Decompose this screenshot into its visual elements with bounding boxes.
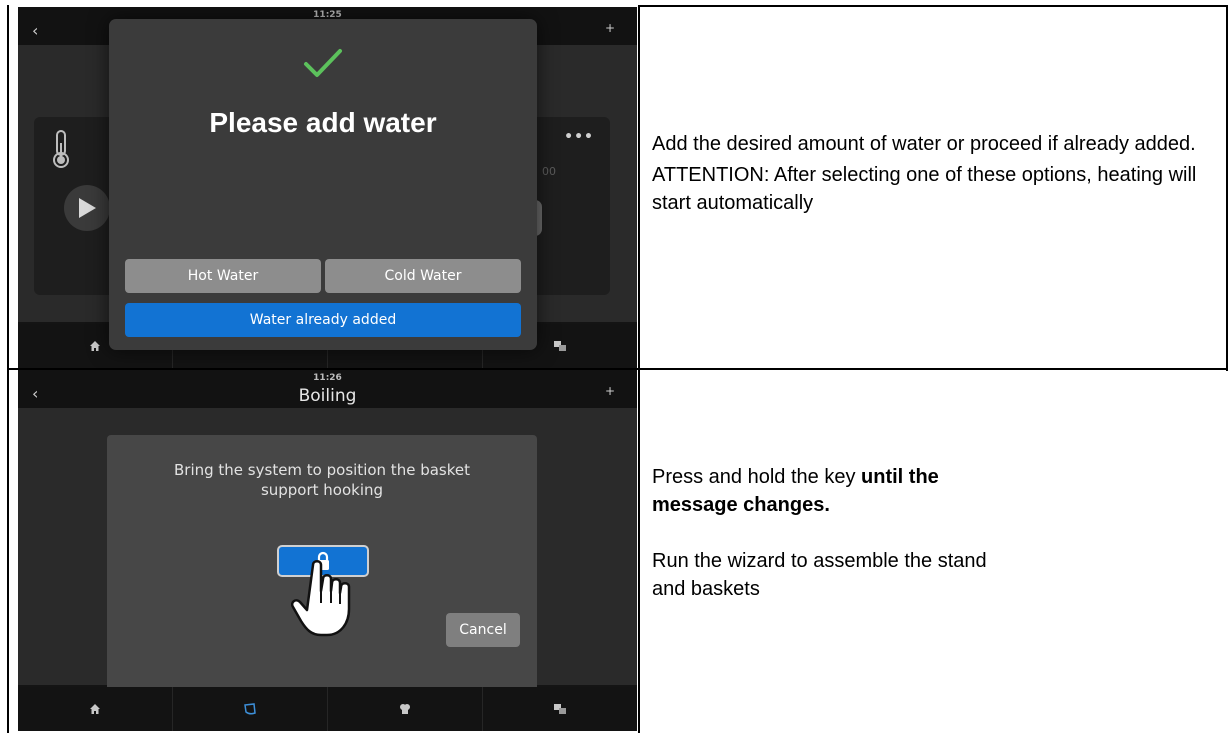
time-fragment: 00 (542, 165, 556, 178)
page-title: Boiling (298, 386, 357, 406)
table-border-right (1226, 5, 1228, 371)
hot-water-button[interactable]: Hot Water (125, 259, 321, 293)
cold-water-button[interactable]: Cold Water (325, 259, 521, 293)
main-content: Bring the system to position the basket … (18, 408, 637, 694)
play-icon (79, 198, 96, 218)
program-icon (244, 703, 256, 715)
dialog-message: Bring the system to position the basket … (174, 461, 470, 499)
nav-home[interactable] (18, 687, 173, 731)
top-bar: 11:26 ‹ Boiling + (18, 370, 637, 408)
chef-hat-icon (400, 704, 410, 714)
plus-icon[interactable]: + (605, 21, 615, 35)
nav-chef[interactable] (328, 687, 483, 731)
press-hold-text: Press and hold the key until the message… (652, 463, 1012, 519)
more-options-icon[interactable]: ••• (564, 129, 594, 145)
wizard-text: Run the wizard to assemble the stand and… (652, 550, 987, 600)
screen-add-water: 11:25 ‹ + ••• 00 Please add water Hot Wa… (18, 7, 637, 368)
home-icon (90, 341, 100, 351)
screen-boiling: 11:26 ‹ Boiling + Bring the system to po… (18, 370, 637, 731)
play-button[interactable] (64, 185, 110, 231)
language-icon (554, 341, 566, 351)
dialog-title: Please add water (209, 107, 437, 138)
language-icon (554, 704, 566, 714)
nav-language[interactable] (483, 687, 637, 731)
home-icon (90, 704, 100, 714)
clock: 11:26 (313, 373, 342, 383)
step2-instruction: Press and hold the key until the message… (652, 463, 1212, 603)
step1-instruction: Add the desired amount of water or proce… (652, 130, 1212, 217)
instruction-text: Add the desired amount of water or proce… (652, 133, 1196, 155)
table-border-top (638, 5, 1228, 7)
hand-pointer-icon (291, 560, 351, 637)
add-water-dialog: Please add water Hot Water Cold Water Wa… (109, 19, 537, 350)
cancel-button[interactable]: Cancel (446, 613, 520, 647)
checkmark-icon (304, 49, 342, 77)
press-hold-plain: Press and hold the key (652, 466, 862, 488)
back-icon[interactable]: ‹ (32, 21, 38, 40)
thermometer-icon (53, 130, 69, 168)
plus-icon[interactable]: + (605, 384, 615, 398)
bottom-nav (18, 687, 637, 731)
water-already-added-button[interactable]: Water already added (125, 303, 521, 337)
basket-support-dialog: Bring the system to position the basket … (107, 435, 537, 694)
attention-text: ATTENTION: After selecting one of these … (652, 164, 1197, 214)
nav-program[interactable] (173, 687, 328, 731)
